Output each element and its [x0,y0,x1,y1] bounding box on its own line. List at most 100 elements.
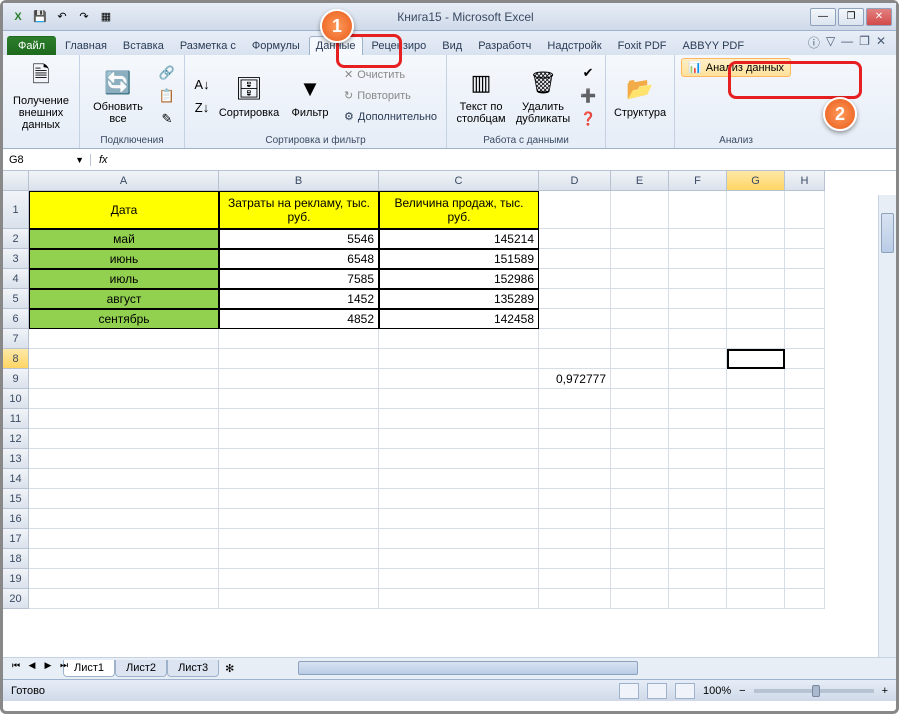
cell-G14[interactable] [727,469,785,489]
cell-D19[interactable] [539,569,611,589]
zoom-in-icon[interactable]: + [882,685,888,697]
view-layout-icon[interactable] [647,683,667,699]
col-header-C[interactable]: C [379,171,539,191]
tab-home[interactable]: Главная [58,36,114,55]
cell-F6[interactable] [669,309,727,329]
cell-D17[interactable] [539,529,611,549]
cell-D3[interactable] [539,249,611,269]
cell-F19[interactable] [669,569,727,589]
cell-E8[interactable] [611,349,669,369]
cell-E6[interactable] [611,309,669,329]
sort-asc-icon[interactable]: A↓ [191,73,213,95]
cell-B14[interactable] [219,469,379,489]
cell-G12[interactable] [727,429,785,449]
cell-F18[interactable] [669,549,727,569]
cell-E15[interactable] [611,489,669,509]
tab-abbyy[interactable]: ABBYY PDF [676,36,752,55]
cell-A7[interactable] [29,329,219,349]
sheet-next-icon[interactable]: ▶ [41,658,55,672]
cell-D10[interactable] [539,389,611,409]
cell-F2[interactable] [669,229,727,249]
tab-addins[interactable]: Надстройк [540,36,608,55]
col-header-F[interactable]: F [669,171,727,191]
cell-A10[interactable] [29,389,219,409]
cell-B17[interactable] [219,529,379,549]
cell-H4[interactable] [785,269,825,289]
data-analysis-button[interactable]: 📊 Анализ данных [681,58,791,77]
cell-C12[interactable] [379,429,539,449]
cell-A8[interactable] [29,349,219,369]
tab-layout[interactable]: Разметка с [173,36,243,55]
remove-duplicates-button[interactable]: 🗑 Удалить дубликаты [515,63,571,129]
zoom-level[interactable]: 100% [703,685,731,697]
cell-F12[interactable] [669,429,727,449]
cell-D16[interactable] [539,509,611,529]
cell-F13[interactable] [669,449,727,469]
save-icon[interactable]: 💾 [31,8,49,26]
name-box-dropdown-icon[interactable]: ▼ [75,155,84,165]
cell-F15[interactable] [669,489,727,509]
cell-A18[interactable] [29,549,219,569]
text-to-columns-button[interactable]: ▥ Текст по столбцам [453,63,509,129]
cell-H5[interactable] [785,289,825,309]
cell-E14[interactable] [611,469,669,489]
zoom-knob[interactable] [812,685,820,697]
cell-A15[interactable] [29,489,219,509]
row-header-3[interactable]: 3 [3,249,29,269]
col-header-E[interactable]: E [611,171,669,191]
cell-E12[interactable] [611,429,669,449]
sheet-first-icon[interactable]: ⏮ [9,658,23,672]
row-header-7[interactable]: 7 [3,329,29,349]
row-header-5[interactable]: 5 [3,289,29,309]
row-header-9[interactable]: 9 [3,369,29,389]
cell-D15[interactable] [539,489,611,509]
header-cell-A[interactable]: Дата [29,191,219,229]
cell-G10[interactable] [727,389,785,409]
cost-cell-r3[interactable]: 6548 [219,249,379,269]
cell-E1[interactable] [611,191,669,229]
cell-H11[interactable] [785,409,825,429]
minimize-button[interactable]: — [810,8,836,26]
data-validation-icon[interactable]: ✔ [577,62,599,84]
cell-C8[interactable] [379,349,539,369]
cell-D11[interactable] [539,409,611,429]
cell-D14[interactable] [539,469,611,489]
sales-cell-r3[interactable]: 151589 [379,249,539,269]
cell-H17[interactable] [785,529,825,549]
cell-H3[interactable] [785,249,825,269]
cell-A11[interactable] [29,409,219,429]
cell-D4[interactable] [539,269,611,289]
zoom-slider[interactable] [754,689,874,693]
cell-G7[interactable] [727,329,785,349]
cell-C15[interactable] [379,489,539,509]
cell-H12[interactable] [785,429,825,449]
vscroll-thumb[interactable] [881,213,894,253]
cell-H13[interactable] [785,449,825,469]
date-cell-r2[interactable]: май [29,229,219,249]
cell-A9[interactable] [29,369,219,389]
cell-H8[interactable] [785,349,825,369]
cell-H20[interactable] [785,589,825,609]
tab-foxit[interactable]: Foxit PDF [611,36,674,55]
cell-G20[interactable] [727,589,785,609]
cell-E20[interactable] [611,589,669,609]
cell-D6[interactable] [539,309,611,329]
cell-F11[interactable] [669,409,727,429]
row-header-10[interactable]: 10 [3,389,29,409]
row-header-14[interactable]: 14 [3,469,29,489]
extra-value-cell[interactable]: 0,972777 [539,369,611,389]
cell-D18[interactable] [539,549,611,569]
cell-D13[interactable] [539,449,611,469]
cell-B8[interactable] [219,349,379,369]
cell-G6[interactable] [727,309,785,329]
date-cell-r4[interactable]: июль [29,269,219,289]
cell-E10[interactable] [611,389,669,409]
whatif-icon[interactable]: ❓ [577,108,599,130]
cell-F1[interactable] [669,191,727,229]
sales-cell-r4[interactable]: 152986 [379,269,539,289]
undo-icon[interactable]: ↶ [53,8,71,26]
cells-container[interactable]: ДатаЗатраты на рекламу, тыс. руб.Величин… [29,191,896,657]
reapply-button[interactable]: ↻Повторить [341,86,440,106]
cell-G18[interactable] [727,549,785,569]
cell-G2[interactable] [727,229,785,249]
